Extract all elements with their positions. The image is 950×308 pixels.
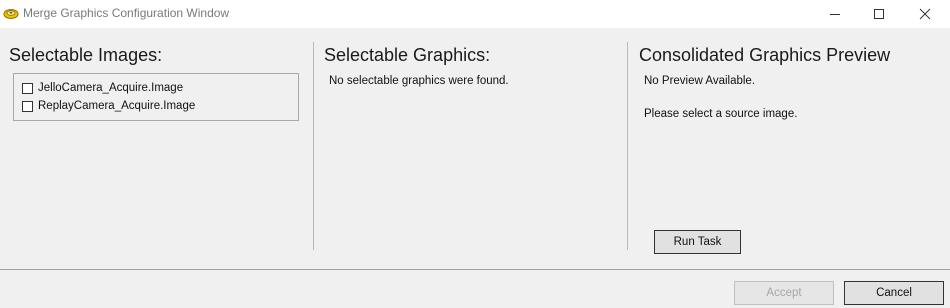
list-item[interactable]: JelloCamera_Acquire.Image bbox=[22, 80, 183, 96]
accept-button[interactable]: Accept bbox=[734, 281, 834, 305]
preview-title: Consolidated Graphics Preview bbox=[639, 45, 891, 65]
footer-divider bbox=[0, 269, 950, 270]
image-checkbox-jellocamera[interactable] bbox=[22, 82, 33, 94]
cancel-button[interactable]: Cancel bbox=[844, 281, 944, 305]
run-task-button[interactable]: Run Task bbox=[654, 230, 741, 254]
preview-status: No Preview Available. bbox=[644, 75, 756, 87]
maximize-button[interactable] bbox=[856, 0, 902, 28]
selectable-images-list[interactable]: JelloCamera_Acquire.Image ReplayCamera_A… bbox=[13, 73, 299, 121]
selectable-images-title: Selectable Images: bbox=[9, 45, 163, 65]
panel-divider bbox=[627, 42, 628, 250]
selectable-graphics-title: Selectable Graphics: bbox=[324, 45, 491, 65]
close-button[interactable] bbox=[902, 0, 948, 28]
minimize-icon bbox=[830, 14, 840, 15]
no-graphics-message: No selectable graphics were found. bbox=[329, 75, 509, 87]
minimize-button[interactable] bbox=[812, 0, 858, 28]
image-checkbox-replaycamera[interactable] bbox=[22, 100, 33, 112]
title-bar[interactable]: Merge Graphics Configuration Window bbox=[0, 0, 950, 28]
app-icon bbox=[3, 9, 19, 19]
close-icon bbox=[919, 8, 931, 20]
preview-hint: Please select a source image. bbox=[644, 108, 798, 120]
list-item-label: JelloCamera_Acquire.Image bbox=[38, 82, 184, 94]
window-title: Merge Graphics Configuration Window bbox=[23, 6, 230, 20]
list-item[interactable]: ReplayCamera_Acquire.Image bbox=[22, 98, 195, 114]
panel-divider bbox=[313, 42, 314, 250]
maximize-icon bbox=[874, 9, 884, 19]
list-item-label: ReplayCamera_Acquire.Image bbox=[38, 100, 196, 112]
